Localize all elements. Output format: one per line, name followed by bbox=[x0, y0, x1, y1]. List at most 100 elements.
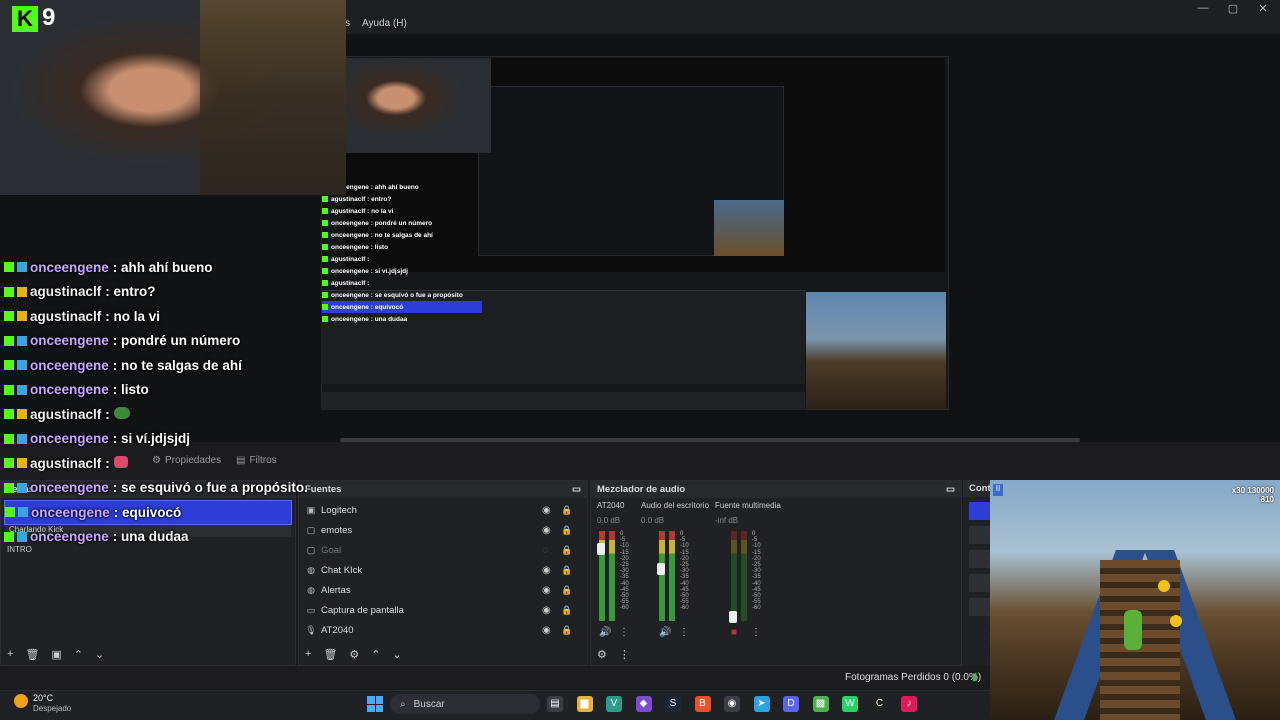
lock-icon[interactable]: 🔒 bbox=[561, 505, 572, 516]
virtual-camera-button[interactable] bbox=[969, 550, 991, 568]
lock-icon[interactable]: 🔒 bbox=[561, 525, 572, 536]
file-explorer-icon[interactable]: ▤ bbox=[547, 696, 563, 712]
channel-name: Audio del escritorio bbox=[641, 501, 710, 510]
capcut-icon[interactable]: C bbox=[871, 696, 888, 712]
taskbar-search[interactable]: ⌕ Buscar bbox=[390, 694, 540, 714]
scene-filters-button[interactable]: ▣ bbox=[51, 648, 61, 661]
source-properties-button[interactable]: ⚙ bbox=[349, 648, 359, 661]
visibility-eye-icon[interactable]: ◉ bbox=[542, 525, 551, 536]
lock-icon[interactable]: 🔒 bbox=[561, 565, 572, 576]
visibility-eye-icon[interactable]: ◉ bbox=[542, 605, 551, 616]
obsidian-icon[interactable]: ◆ bbox=[635, 696, 652, 712]
speaker-muted-icon[interactable]: ■ bbox=[731, 627, 737, 638]
tiktok-icon[interactable]: ♪ bbox=[901, 696, 917, 712]
sources-header: Fuentes ▭ bbox=[299, 481, 587, 498]
source-item[interactable]: ◍ Chat KIck ◉ 🔒 bbox=[299, 560, 587, 580]
game-character bbox=[1124, 610, 1142, 650]
lock-icon[interactable]: 🔒 bbox=[561, 605, 572, 616]
mixer-menu-icon[interactable]: ⋮ bbox=[619, 648, 630, 661]
volume-fader[interactable] bbox=[597, 543, 605, 555]
move-up-button[interactable]: ⌃ bbox=[371, 648, 380, 661]
move-down-button[interactable]: ⌄ bbox=[95, 648, 104, 661]
chat-text: entro? bbox=[113, 284, 156, 300]
remove-source-button[interactable]: 🗑 bbox=[323, 648, 337, 661]
chat-message-highlighted: onceengene: equivocó bbox=[4, 500, 292, 525]
channel-menu-icon[interactable]: ⋮ bbox=[619, 627, 629, 638]
controls-title: Cont bbox=[969, 483, 991, 494]
camera-icon: ▣ bbox=[306, 505, 316, 515]
volume-fader[interactable] bbox=[657, 563, 665, 575]
source-item[interactable]: ◍ Alertas ◉ 🔒 bbox=[299, 580, 587, 600]
settings-button[interactable] bbox=[969, 598, 991, 616]
channel-menu-icon[interactable]: ⋮ bbox=[751, 627, 761, 638]
chat-username: agustinaclf bbox=[30, 308, 102, 324]
visibility-eye-icon[interactable]: ◉ bbox=[542, 625, 551, 636]
dock-float-icon[interactable]: ▭ bbox=[946, 484, 955, 495]
add-source-button[interactable]: + bbox=[305, 648, 311, 660]
windows-start-icon[interactable] bbox=[367, 696, 383, 712]
visibility-eye-icon[interactable]: ◉ bbox=[542, 585, 551, 596]
meter-scale: 0 -5 -10 -15 -20 -25 -30 -35 -40 -45 -50 -55 -60 bbox=[620, 531, 629, 612]
speaker-icon[interactable]: 🔊 bbox=[659, 627, 671, 638]
kick-logo: K bbox=[12, 6, 38, 32]
lock-icon[interactable]: 🔒 bbox=[561, 585, 572, 596]
minecraft-icon[interactable]: ▩ bbox=[812, 696, 829, 712]
remove-scene-button[interactable]: 🗑 bbox=[25, 648, 39, 661]
preview-scrollbar[interactable] bbox=[340, 438, 1080, 442]
maximize-button[interactable]: ▢ bbox=[1218, 2, 1248, 15]
kick-badge-icon bbox=[4, 262, 14, 273]
chat-message: agustinaclf: no la vi bbox=[4, 304, 304, 329]
speaker-icon[interactable]: 🔊 bbox=[599, 627, 611, 638]
brave-icon[interactable]: B bbox=[694, 696, 711, 712]
folder-icon[interactable]: ▆ bbox=[576, 696, 593, 712]
visibility-eye-icon[interactable]: ◉ bbox=[542, 565, 551, 576]
source-label: emotes bbox=[321, 524, 353, 536]
source-item[interactable]: 🎙 AT2040 ◉ 🔒 bbox=[299, 620, 587, 640]
preview-chat-line: onceengene : no te salgas de ahí bbox=[322, 229, 482, 241]
scenes-toolbar: + 🗑 ▣ ⌃ ⌄ bbox=[1, 643, 295, 665]
game-score: 130000 bbox=[1247, 486, 1274, 495]
lock-icon[interactable]: 🔒 bbox=[561, 545, 572, 556]
dock-float-icon[interactable]: ▭ bbox=[572, 484, 581, 495]
start-recording-button[interactable] bbox=[969, 526, 991, 544]
lock-icon[interactable]: 🔒 bbox=[561, 625, 572, 636]
channel-menu-icon[interactable]: ⋮ bbox=[679, 627, 689, 638]
chat-message: agustinaclf: bbox=[4, 451, 304, 476]
chat-message: onceengene: ahh ahí bueno bbox=[4, 255, 304, 280]
move-up-button[interactable]: ⌃ bbox=[74, 648, 83, 661]
source-item[interactable]: ▣ Logitech ◉ 🔒 bbox=[299, 500, 587, 520]
hidden-eye-icon[interactable]: ◌ bbox=[542, 545, 548, 556]
game-hud: x30 130000 810 bbox=[1232, 486, 1274, 504]
source-item[interactable]: ▢ emotes ◉ 🔒 bbox=[299, 520, 587, 540]
volume-fader[interactable] bbox=[729, 611, 737, 623]
preview-chat-line: onceengene : si ví.jdjsjdj bbox=[322, 265, 482, 277]
advanced-audio-icon[interactable]: ⚙ bbox=[597, 648, 607, 661]
minimize-button[interactable]: — bbox=[1188, 2, 1218, 14]
obs-icon[interactable]: ◉ bbox=[724, 696, 740, 712]
chat-message: onceengene: si ví.jdjsjdj bbox=[4, 427, 304, 452]
telegram-icon[interactable]: ➤ bbox=[753, 696, 770, 712]
kick-badge-icon bbox=[4, 433, 14, 444]
add-scene-button[interactable]: + bbox=[7, 648, 13, 660]
sources-title: Fuentes bbox=[305, 484, 342, 495]
move-down-button[interactable]: ⌄ bbox=[393, 648, 402, 661]
source-item[interactable]: ▭ Captura de pantalla ◉ 🔒 bbox=[299, 600, 587, 620]
preview-nested-taskbar bbox=[321, 392, 805, 410]
steam-icon[interactable]: S bbox=[665, 696, 681, 712]
vs-code-icon[interactable]: V bbox=[606, 696, 622, 712]
source-item[interactable]: ▢ Goal ◌ 🔒 bbox=[299, 540, 587, 560]
visibility-eye-icon[interactable]: ◉ bbox=[542, 505, 551, 516]
start-streaming-button[interactable] bbox=[969, 502, 991, 520]
whatsapp-icon[interactable]: W bbox=[842, 696, 858, 712]
discord-icon[interactable]: D bbox=[783, 696, 799, 712]
browser-icon: ◍ bbox=[307, 585, 315, 595]
weather-sun-icon[interactable] bbox=[14, 694, 28, 708]
preview-game-thumb bbox=[806, 292, 946, 409]
volume-meter bbox=[669, 531, 675, 621]
studio-mode-button[interactable] bbox=[969, 574, 991, 592]
close-button[interactable]: ✕ bbox=[1248, 2, 1278, 15]
weather-temp[interactable]: 20°C bbox=[33, 693, 53, 703]
controls-panel: Cont bbox=[963, 480, 991, 666]
menu-help[interactable]: Ayuda (H) bbox=[362, 18, 407, 29]
weather-desc[interactable]: Despejado bbox=[33, 704, 71, 713]
